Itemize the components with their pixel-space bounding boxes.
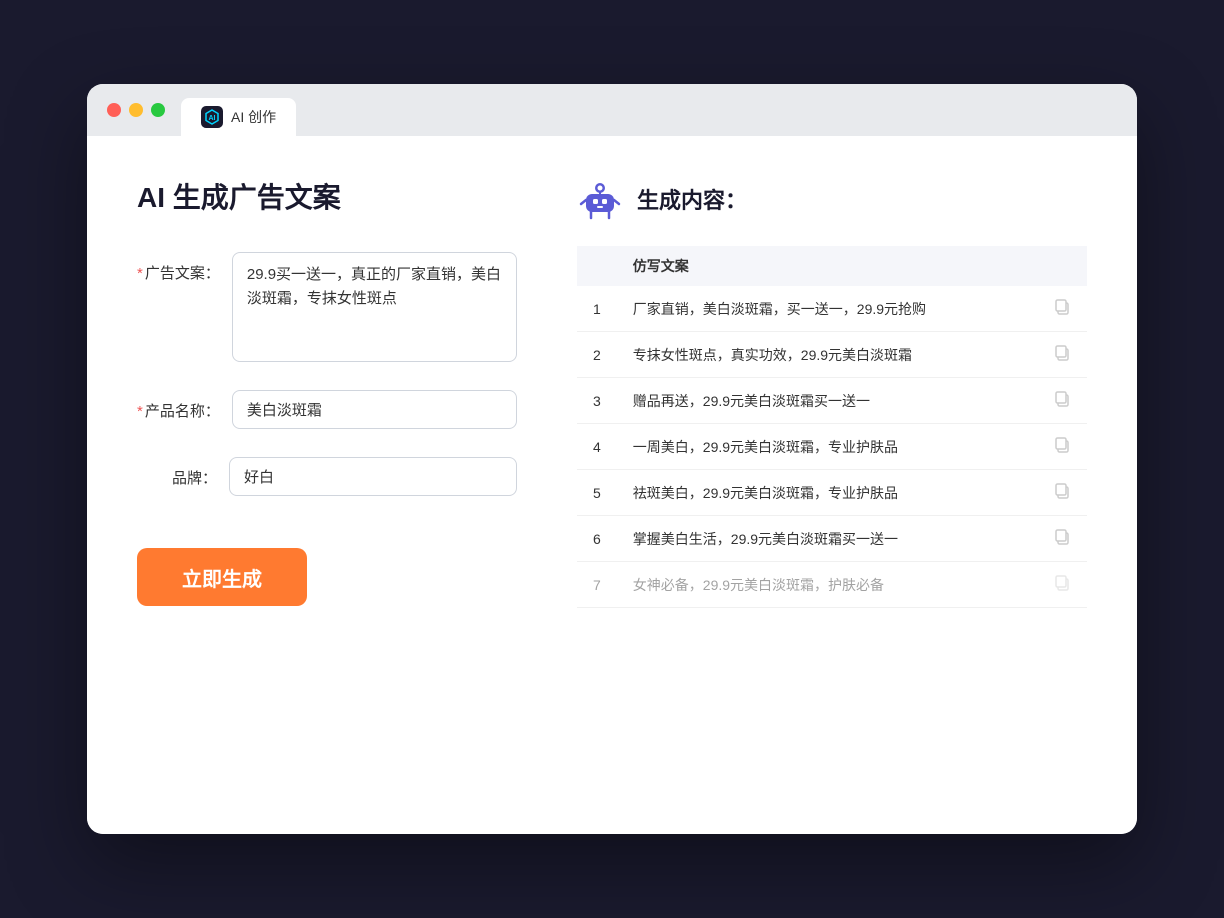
browser-window: AI AI 创作 AI 生成广告文案 *广告文案： 29.9买一送一，真正的厂家… [87, 84, 1137, 834]
table-row: 4一周美白，29.9元美白淡斑霜，专业护肤品 [577, 424, 1087, 470]
right-panel: 生成内容： 仿写文案 1厂家直销，美白淡斑霜，买一送一，29.9元抢购2专抹女性… [577, 176, 1087, 794]
row-number: 6 [577, 516, 617, 562]
traffic-lights [107, 103, 165, 117]
result-table: 仿写文案 1厂家直销，美白淡斑霜，买一送一，29.9元抢购2专抹女性斑点，真实功… [577, 246, 1087, 608]
copy-button[interactable] [1024, 516, 1087, 562]
row-text: 女神必备，29.9元美白淡斑霜，护肤必备 [617, 562, 1025, 608]
minimize-button[interactable] [129, 103, 143, 117]
row-text: 一周美白，29.9元美白淡斑霜，专业护肤品 [617, 424, 1025, 470]
required-star-2: * [137, 403, 143, 420]
label-brand: 品牌： [137, 457, 217, 488]
content-area: AI 生成广告文案 *广告文案： 29.9买一送一，真正的厂家直销，美白淡斑霜，… [87, 136, 1137, 834]
col-action [1024, 246, 1087, 286]
row-text: 赠品再送，29.9元美白淡斑霜买一送一 [617, 378, 1025, 424]
maximize-button[interactable] [151, 103, 165, 117]
row-number: 2 [577, 332, 617, 378]
row-text: 掌握美白生活，29.9元美白淡斑霜买一送一 [617, 516, 1025, 562]
copy-button[interactable] [1024, 332, 1087, 378]
table-row: 5祛斑美白，29.9元美白淡斑霜，专业护肤品 [577, 470, 1087, 516]
label-product-name: *产品名称： [137, 390, 220, 421]
row-number: 4 [577, 424, 617, 470]
row-text: 厂家直销，美白淡斑霜，买一送一，29.9元抢购 [617, 286, 1025, 332]
page-title: AI 生成广告文案 [137, 176, 517, 216]
tab-icon: AI [201, 106, 223, 128]
label-ad-copy: *广告文案： [137, 252, 220, 283]
tab-ai-creation[interactable]: AI AI 创作 [181, 98, 296, 136]
row-text: 专抹女性斑点，真实功效，29.9元美白淡斑霜 [617, 332, 1025, 378]
result-title: 生成内容： [637, 183, 747, 215]
copy-button[interactable] [1024, 286, 1087, 332]
form-group-product-name: *产品名称： [137, 390, 517, 429]
left-panel: AI 生成广告文案 *广告文案： 29.9买一送一，真正的厂家直销，美白淡斑霜，… [137, 176, 517, 794]
generate-button[interactable]: 立即生成 [137, 548, 307, 606]
copy-button[interactable] [1024, 562, 1087, 608]
ad-copy-input[interactable]: 29.9买一送一，真正的厂家直销，美白淡斑霜，专抹女性斑点 [232, 252, 517, 362]
copy-button[interactable] [1024, 378, 1087, 424]
form-group-brand: 品牌： [137, 457, 517, 496]
svg-text:AI: AI [209, 115, 216, 122]
col-copy: 仿写文案 [617, 246, 1025, 286]
row-text: 祛斑美白，29.9元美白淡斑霜，专业护肤品 [617, 470, 1025, 516]
result-header: 生成内容： [577, 176, 1087, 222]
copy-button[interactable] [1024, 470, 1087, 516]
row-number: 1 [577, 286, 617, 332]
robot-icon [577, 176, 623, 222]
table-row: 1厂家直销，美白淡斑霜，买一送一，29.9元抢购 [577, 286, 1087, 332]
titlebar: AI AI 创作 [87, 84, 1137, 136]
close-button[interactable] [107, 103, 121, 117]
table-row: 3赠品再送，29.9元美白淡斑霜买一送一 [577, 378, 1087, 424]
copy-button[interactable] [1024, 424, 1087, 470]
row-number: 5 [577, 470, 617, 516]
product-name-input[interactable] [232, 390, 517, 429]
col-num [577, 246, 617, 286]
required-star: * [137, 265, 143, 282]
table-row: 7女神必备，29.9元美白淡斑霜，护肤必备 [577, 562, 1087, 608]
table-header-row: 仿写文案 [577, 246, 1087, 286]
row-number: 7 [577, 562, 617, 608]
tab-label: AI 创作 [231, 107, 276, 127]
table-row: 6掌握美白生活，29.9元美白淡斑霜买一送一 [577, 516, 1087, 562]
brand-input[interactable] [229, 457, 517, 496]
row-number: 3 [577, 378, 617, 424]
table-row: 2专抹女性斑点，真实功效，29.9元美白淡斑霜 [577, 332, 1087, 378]
form-group-ad-copy: *广告文案： 29.9买一送一，真正的厂家直销，美白淡斑霜，专抹女性斑点 [137, 252, 517, 362]
